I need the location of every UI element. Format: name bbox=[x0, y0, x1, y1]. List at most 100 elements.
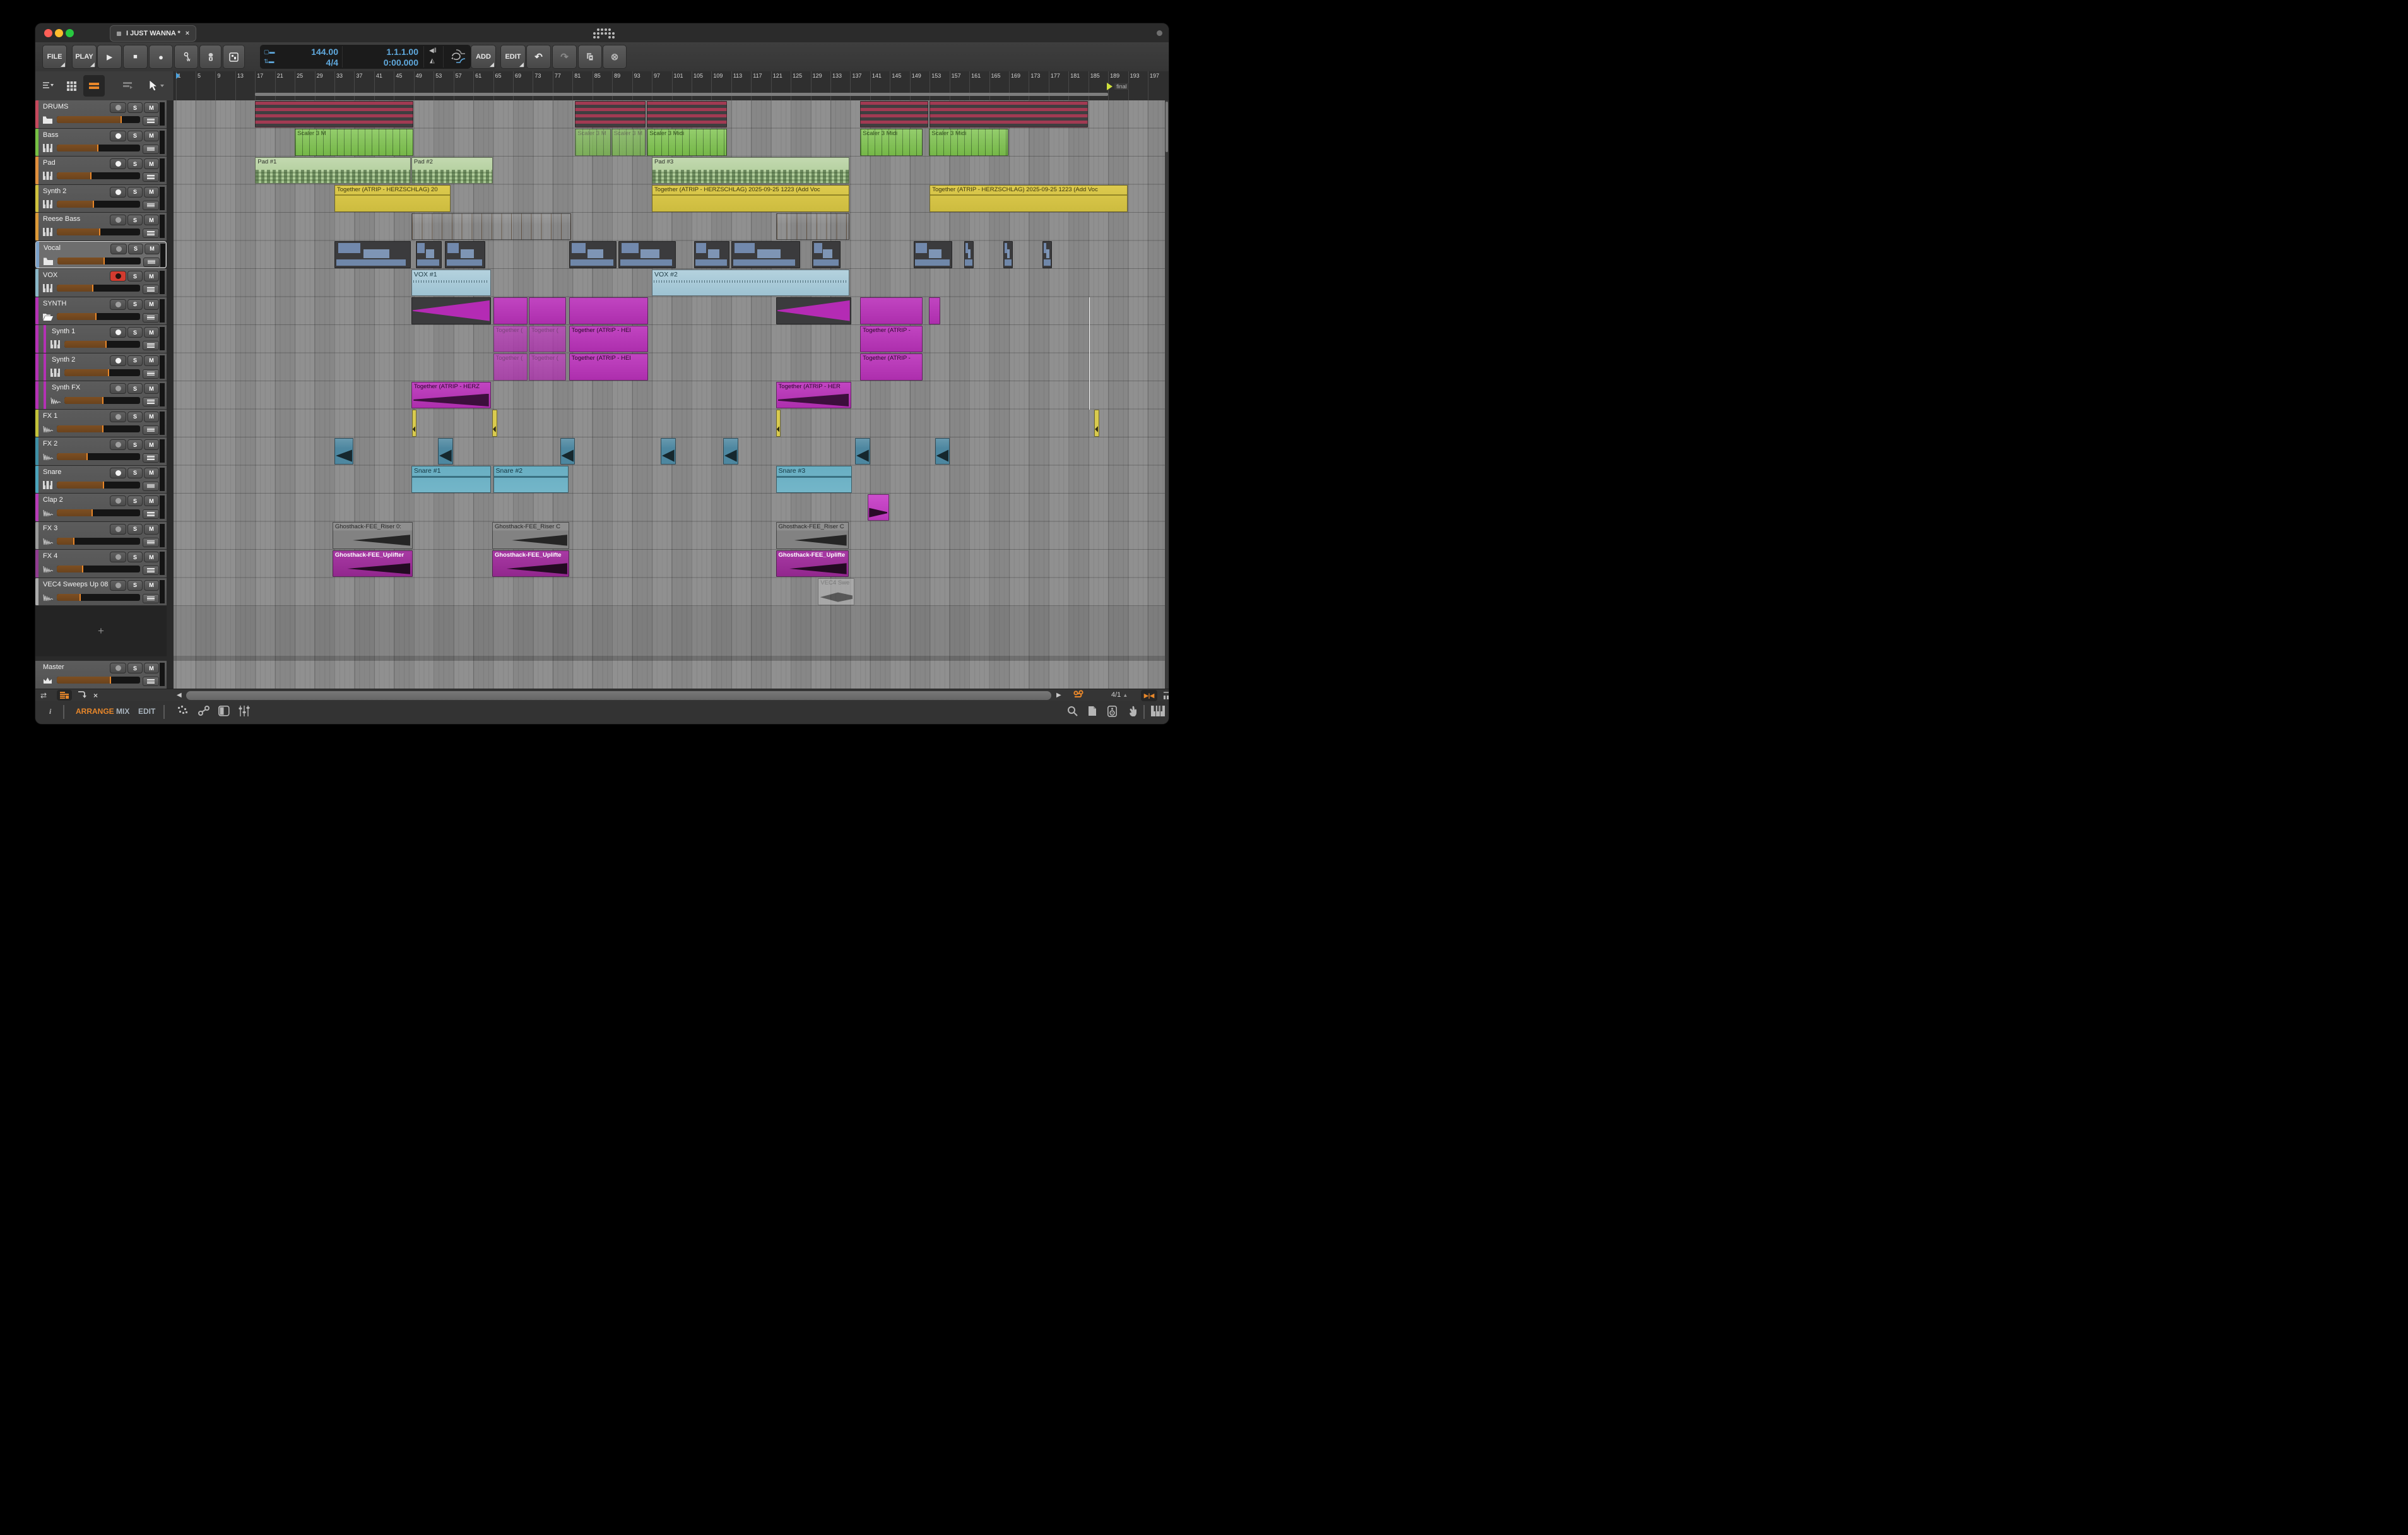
layers-icon[interactable] bbox=[117, 75, 139, 97]
track-menu-button[interactable] bbox=[143, 425, 159, 435]
volume-fader[interactable] bbox=[57, 116, 140, 123]
volume-fader[interactable] bbox=[57, 677, 140, 684]
inspector-info-icon[interactable]: i bbox=[49, 707, 51, 716]
mute-button[interactable]: M bbox=[144, 102, 159, 113]
delete-icon[interactable]: ⊗ bbox=[603, 45, 627, 69]
volume-fader[interactable] bbox=[57, 566, 140, 572]
record-arm-button[interactable] bbox=[110, 523, 126, 535]
mute-button[interactable]: M bbox=[145, 243, 160, 254]
clip-drums[interactable] bbox=[255, 100, 413, 127]
clip-together-atrip-herz[interactable]: Together (ATRIP - HERZ bbox=[411, 381, 492, 408]
snap-icon[interactable]: ▶|◀ bbox=[1141, 690, 1157, 701]
tab-arrange[interactable]: ARRANGE bbox=[76, 707, 114, 716]
clip-ghosthack-fee-uplifter[interactable]: Ghosthack-FEE_Uplifter bbox=[332, 550, 413, 577]
track-row-reese-bass[interactable]: Reese Bass S M bbox=[35, 213, 167, 240]
record-icon[interactable]: ● bbox=[149, 45, 173, 69]
track-menu-button[interactable] bbox=[143, 116, 159, 126]
arrange-lanes-icon[interactable] bbox=[83, 75, 105, 97]
record-arm-button[interactable] bbox=[110, 355, 126, 366]
record-arm-button[interactable] bbox=[110, 552, 126, 562]
arrangement-area[interactable]: Scaler 3 M Scaler 3 M Scaler 3 M Scaler 3 M… bbox=[174, 100, 1165, 689]
track-menu-button[interactable] bbox=[143, 200, 159, 210]
solo-button[interactable]: S bbox=[127, 355, 143, 366]
clip-fx1[interactable] bbox=[776, 410, 781, 437]
track-menu-button[interactable] bbox=[143, 481, 159, 491]
solo-button[interactable]: S bbox=[127, 467, 143, 478]
cue-marker-final[interactable]: final bbox=[1107, 83, 1129, 90]
mute-button[interactable]: M bbox=[144, 383, 159, 394]
clip-together-atrip[interactable]: Together (ATRIP - bbox=[860, 353, 923, 381]
mute-button[interactable]: M bbox=[144, 467, 159, 478]
volume-fader[interactable] bbox=[64, 369, 140, 376]
clip-drums[interactable] bbox=[647, 100, 728, 127]
close-icon[interactable]: × bbox=[93, 690, 98, 701]
clip-swell[interactable] bbox=[411, 297, 492, 324]
mute-button[interactable]: M bbox=[144, 327, 159, 338]
clip-together[interactable]: Together ( bbox=[529, 325, 566, 352]
track-row-pad[interactable]: Pad S M bbox=[35, 157, 167, 184]
clip-fx1[interactable] bbox=[492, 410, 497, 437]
grid-view-icon[interactable] bbox=[61, 75, 82, 97]
clip-scaler-3-midi[interactable]: Scaler 3 Midi bbox=[860, 129, 923, 156]
clip-mag[interactable] bbox=[529, 297, 566, 324]
record-arm-button[interactable] bbox=[110, 411, 126, 422]
clip-together-atrip[interactable]: Together (ATRIP - bbox=[860, 325, 923, 352]
track-row-synth-2[interactable]: Synth 2 SM bbox=[35, 353, 167, 381]
track-row-vocal[interactable]: Vocal S M bbox=[35, 240, 167, 268]
track-row-vec4-sweeps-up-08[interactable]: VEC4 Sweeps Up 08 S M bbox=[35, 578, 167, 605]
solo-button[interactable]: S bbox=[127, 130, 143, 141]
piano-icon[interactable] bbox=[1151, 706, 1165, 720]
search-icon[interactable] bbox=[1067, 706, 1078, 720]
volume-fader[interactable] bbox=[57, 228, 140, 235]
clip-fx2[interactable] bbox=[438, 437, 453, 465]
master-track-row[interactable]: Master S M bbox=[35, 661, 167, 689]
arranger-loop-region[interactable] bbox=[255, 93, 1109, 96]
mixer-sliders-icon[interactable] bbox=[239, 706, 250, 720]
clip-drums[interactable] bbox=[860, 100, 928, 127]
track-row-vox[interactable]: VOX S M bbox=[35, 269, 167, 297]
clip-oseg[interactable] bbox=[411, 213, 571, 240]
add-track-button[interactable]: + bbox=[35, 606, 167, 656]
project-tab[interactable]: I JUST WANNA * × bbox=[110, 25, 197, 42]
solo-button[interactable]: S bbox=[127, 411, 143, 422]
clip-ghosthack-fee-riser-0[interactable]: Ghosthack-FEE_Riser 0: bbox=[332, 522, 413, 549]
track-menu-button[interactable] bbox=[143, 509, 159, 519]
mute-button[interactable]: M bbox=[144, 355, 159, 366]
track-menu-button[interactable] bbox=[143, 228, 159, 238]
solo-button[interactable]: S bbox=[127, 523, 143, 535]
metronome-icon[interactable] bbox=[199, 45, 221, 69]
tempo-mode-icons[interactable]: ▢▬ ⇅▬ bbox=[260, 45, 276, 69]
track-menu-button[interactable] bbox=[143, 172, 159, 182]
follow-playhead-icon[interactable] bbox=[1073, 690, 1085, 702]
record-arm-button[interactable] bbox=[110, 579, 126, 591]
clip-snare-3[interactable]: Snare #3 bbox=[776, 466, 853, 493]
solo-button[interactable]: S bbox=[127, 271, 143, 282]
track-row-fx-1[interactable]: FX 1 SM bbox=[35, 409, 167, 437]
speaker-icon[interactable] bbox=[1107, 706, 1117, 720]
solo-button[interactable]: S bbox=[127, 495, 143, 506]
track-menu-button[interactable] bbox=[143, 453, 159, 463]
close-project-icon[interactable]: × bbox=[186, 30, 189, 37]
clip-scaler-3-midi[interactable]: Scaler 3 Midi bbox=[647, 129, 728, 156]
record-arm-button[interactable] bbox=[110, 215, 126, 225]
play-menu-button[interactable]: PLAY bbox=[72, 45, 97, 69]
solo-button[interactable]: S bbox=[128, 243, 143, 254]
clip-vocal[interactable] bbox=[964, 241, 974, 268]
record-arm-button[interactable] bbox=[110, 383, 126, 394]
solo-button[interactable]: S bbox=[127, 299, 143, 310]
clip-vocal[interactable] bbox=[415, 241, 442, 268]
horizontal-scrollbar-thumb[interactable] bbox=[186, 691, 1051, 700]
volume-fader[interactable] bbox=[57, 312, 140, 320]
track-row-fx-2[interactable]: FX 2 SM bbox=[35, 437, 167, 465]
volume-fader[interactable] bbox=[64, 341, 140, 348]
punch-in-out-icons[interactable]: ◀‖ ◭ bbox=[424, 45, 443, 69]
position-section[interactable]: 1.1.1.00 0:00.000 bbox=[343, 45, 423, 69]
minimize-window-button[interactable] bbox=[55, 29, 63, 37]
scroll-left-icon[interactable]: ◀ bbox=[177, 690, 182, 701]
clip-together-atrip-herzschlag-20[interactable]: Together (ATRIP - HERZSCHLAG) 20 bbox=[334, 185, 451, 212]
mute-button[interactable]: M bbox=[144, 130, 159, 141]
track-row-clap-2[interactable]: Clap 2 SM bbox=[35, 494, 167, 521]
record-arm-button[interactable] bbox=[110, 243, 127, 254]
volume-fader[interactable] bbox=[57, 200, 140, 208]
clip-fx2[interactable] bbox=[560, 437, 575, 465]
